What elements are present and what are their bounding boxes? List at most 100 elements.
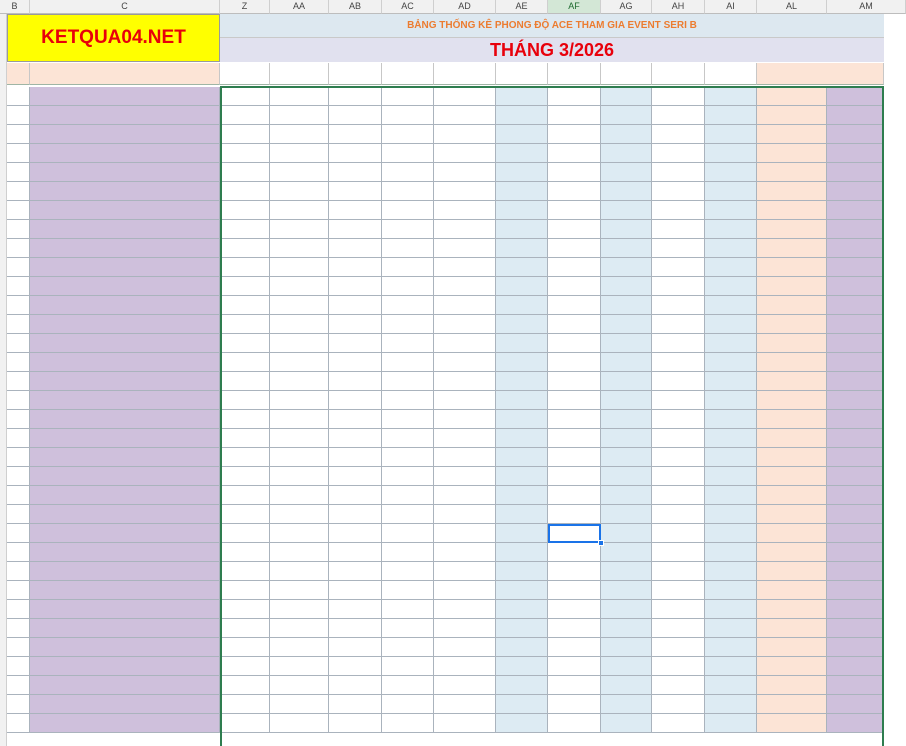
score-cell[interactable] <box>382 277 434 296</box>
empty-date-cell[interactable] <box>601 201 652 220</box>
empty-date-cell[interactable] <box>496 182 548 201</box>
empty-date-cell[interactable] <box>601 410 652 429</box>
empty-date-cell[interactable] <box>601 581 652 600</box>
score-cell[interactable] <box>220 239 270 258</box>
empty-date-cell[interactable] <box>434 277 496 296</box>
score-cell[interactable] <box>329 524 382 543</box>
score-cell[interactable] <box>382 714 434 733</box>
score-cell[interactable] <box>382 448 434 467</box>
score-cell[interactable] <box>382 106 434 125</box>
empty-date-cell[interactable] <box>601 315 652 334</box>
empty-date-cell[interactable] <box>434 410 496 429</box>
score-cell[interactable] <box>220 125 270 144</box>
member-name-link[interactable] <box>30 144 220 163</box>
empty-date-cell[interactable] <box>548 87 601 106</box>
empty-date-cell[interactable] <box>705 296 757 315</box>
empty-date-cell[interactable] <box>652 600 705 619</box>
score-cell[interactable] <box>329 448 382 467</box>
score-cell[interactable] <box>382 353 434 372</box>
empty-date-cell[interactable] <box>434 239 496 258</box>
score-cell[interactable] <box>382 163 434 182</box>
empty-date-cell[interactable] <box>601 87 652 106</box>
score-cell[interactable] <box>329 695 382 714</box>
column-header-z[interactable]: Z <box>220 0 270 14</box>
empty-date-cell[interactable] <box>705 543 757 562</box>
score-cell[interactable] <box>382 676 434 695</box>
empty-date-cell[interactable] <box>705 714 757 733</box>
empty-date-cell[interactable] <box>652 714 705 733</box>
empty-date-cell[interactable] <box>705 581 757 600</box>
empty-date-cell[interactable] <box>705 144 757 163</box>
empty-date-cell[interactable] <box>548 505 601 524</box>
empty-date-cell[interactable] <box>548 391 601 410</box>
empty-date-cell[interactable] <box>705 562 757 581</box>
empty-date-cell[interactable] <box>434 391 496 410</box>
empty-date-cell[interactable] <box>434 524 496 543</box>
score-cell[interactable] <box>329 144 382 163</box>
empty-date-cell[interactable] <box>496 239 548 258</box>
empty-date-cell[interactable] <box>548 543 601 562</box>
score-cell[interactable] <box>220 315 270 334</box>
member-name-link[interactable] <box>30 714 220 733</box>
column-header-ah[interactable]: AH <box>652 0 705 14</box>
score-cell[interactable] <box>329 638 382 657</box>
fill-handle[interactable] <box>598 540 604 546</box>
score-cell[interactable] <box>220 144 270 163</box>
empty-date-cell[interactable] <box>601 353 652 372</box>
score-cell[interactable] <box>220 106 270 125</box>
score-cell[interactable] <box>270 676 329 695</box>
score-cell[interactable] <box>382 657 434 676</box>
score-cell[interactable] <box>329 296 382 315</box>
score-cell[interactable] <box>270 524 329 543</box>
score-cell[interactable] <box>329 619 382 638</box>
empty-date-cell[interactable] <box>652 638 705 657</box>
score-cell[interactable] <box>329 505 382 524</box>
score-cell[interactable] <box>220 163 270 182</box>
score-cell[interactable] <box>329 87 382 106</box>
score-cell[interactable] <box>382 562 434 581</box>
score-cell[interactable] <box>220 524 270 543</box>
score-cell[interactable] <box>220 448 270 467</box>
empty-date-cell[interactable] <box>705 372 757 391</box>
score-cell[interactable] <box>329 277 382 296</box>
empty-date-cell[interactable] <box>705 87 757 106</box>
score-cell[interactable] <box>270 486 329 505</box>
score-cell[interactable] <box>220 581 270 600</box>
score-cell[interactable] <box>329 600 382 619</box>
member-name-link[interactable] <box>30 429 220 448</box>
empty-date-cell[interactable] <box>548 695 601 714</box>
score-cell[interactable] <box>270 429 329 448</box>
score-cell[interactable] <box>329 182 382 201</box>
score-cell[interactable] <box>220 391 270 410</box>
score-cell[interactable] <box>220 220 270 239</box>
empty-date-cell[interactable] <box>601 505 652 524</box>
column-header-ae[interactable]: AE <box>496 0 548 14</box>
column-header-aa[interactable]: AA <box>270 0 329 14</box>
empty-date-cell[interactable] <box>496 201 548 220</box>
empty-date-cell[interactable] <box>548 201 601 220</box>
empty-date-cell[interactable] <box>496 163 548 182</box>
empty-date-cell[interactable] <box>601 657 652 676</box>
empty-date-cell[interactable] <box>434 657 496 676</box>
score-cell[interactable] <box>270 125 329 144</box>
empty-date-cell[interactable] <box>434 125 496 144</box>
empty-date-cell[interactable] <box>652 505 705 524</box>
empty-date-cell[interactable] <box>434 182 496 201</box>
empty-date-cell[interactable] <box>705 524 757 543</box>
empty-date-cell[interactable] <box>496 106 548 125</box>
score-cell[interactable] <box>270 391 329 410</box>
score-cell[interactable] <box>220 258 270 277</box>
score-cell[interactable] <box>382 334 434 353</box>
empty-date-cell[interactable] <box>548 182 601 201</box>
score-cell[interactable] <box>382 543 434 562</box>
empty-date-cell[interactable] <box>601 543 652 562</box>
score-cell[interactable] <box>220 676 270 695</box>
empty-date-cell[interactable] <box>705 448 757 467</box>
empty-date-cell[interactable] <box>601 695 652 714</box>
empty-date-cell[interactable] <box>601 334 652 353</box>
empty-date-cell[interactable] <box>705 277 757 296</box>
empty-date-cell[interactable] <box>548 353 601 372</box>
member-name-link[interactable] <box>30 220 220 239</box>
score-cell[interactable] <box>382 372 434 391</box>
score-cell[interactable] <box>220 600 270 619</box>
